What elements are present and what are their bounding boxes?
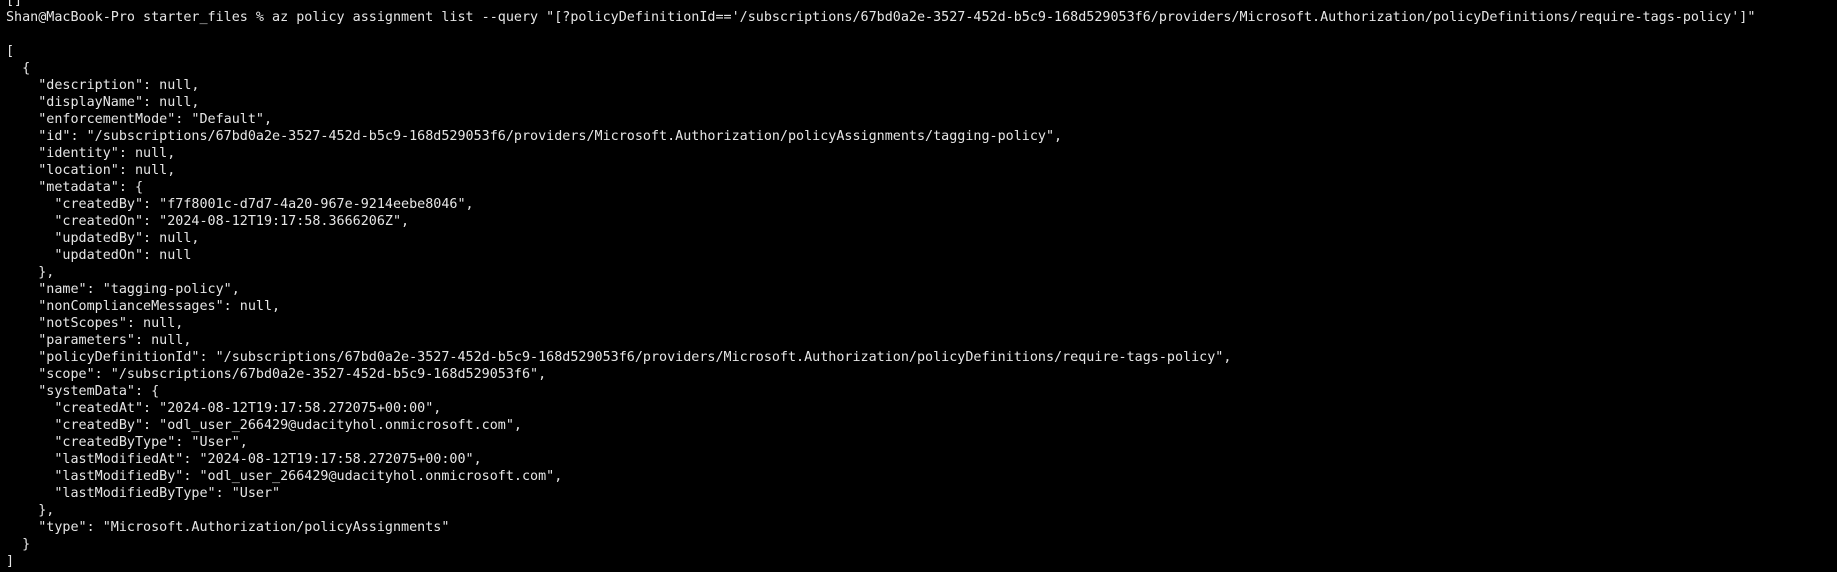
terminal-line-system-data-last-modified-by-type: "lastModifiedByType": "User" (6, 486, 281, 501)
terminal-line-policy-definition-id: "policyDefinitionId": "/subscriptions/67… (6, 350, 1232, 365)
terminal-line-location: "location": null, (6, 163, 176, 178)
terminal-window[interactable]: [] Shan@MacBook-Pro starter_files % az p… (0, 0, 1837, 572)
terminal-line-parameters: "parameters": null, (6, 333, 192, 348)
terminal-line-metadata-created-by: "createdBy": "f7f8001c-d7d7-4a20-967e-92… (6, 197, 474, 212)
terminal-line-metadata-updated-by: "updatedBy": null, (6, 231, 200, 246)
terminal-line-json-open-array: [ (6, 44, 15, 59)
terminal-line-json-close-array: ] (6, 554, 15, 569)
terminal-line-metadata-created-on: "createdOn": "2024-08-12T19:17:58.366620… (6, 214, 410, 229)
terminal-line-system-data-created-at: "createdAt": "2024-08-12T19:17:58.272075… (6, 401, 442, 416)
terminal-line-previous-output: [] (6, 0, 23, 8)
terminal-line-id: "id": "/subscriptions/67bd0a2e-3527-452d… (6, 129, 1063, 144)
terminal-line-system-data-created-by: "createdBy": "odl_user_266429@udacityhol… (6, 418, 522, 433)
terminal-line-scope: "scope": "/subscriptions/67bd0a2e-3527-4… (6, 367, 547, 382)
terminal-line-type: "type": "Microsoft.Authorization/policyA… (6, 520, 450, 535)
terminal-line-enforcement-mode: "enforcementMode": "Default", (6, 112, 273, 127)
terminal-line-not-scopes: "notScopes": null, (6, 316, 184, 331)
terminal-line-system-data-last-modified-by: "lastModifiedBy": "odl_user_266429@udaci… (6, 469, 563, 484)
terminal-line-metadata-updated-on: "updatedOn": null (6, 248, 192, 263)
terminal-line-identity: "identity": null, (6, 146, 176, 161)
terminal-line-metadata-open: "metadata": { (6, 180, 144, 195)
terminal-line-system-data-close: }, (6, 503, 55, 518)
terminal-line-json-close-object: } (6, 537, 31, 552)
terminal-line-display-name: "displayName": null, (6, 95, 200, 110)
terminal-line-command: Shan@MacBook-Pro starter_files % az poli… (6, 10, 1756, 25)
terminal-line-system-data-open: "systemData": { (6, 384, 160, 399)
terminal-line-metadata-close: }, (6, 265, 55, 280)
terminal-line-system-data-last-modified-at: "lastModifiedAt": "2024-08-12T19:17:58.2… (6, 452, 482, 467)
terminal-line-json-open-object: { (6, 61, 31, 76)
terminal-line-non-compliance-messages: "nonComplianceMessages": null, (6, 299, 281, 314)
terminal-line-name: "name": "tagging-policy", (6, 282, 240, 297)
terminal-line-description: "description": null, (6, 78, 200, 93)
terminal-line-system-data-created-by-type: "createdByType": "User", (6, 435, 248, 450)
